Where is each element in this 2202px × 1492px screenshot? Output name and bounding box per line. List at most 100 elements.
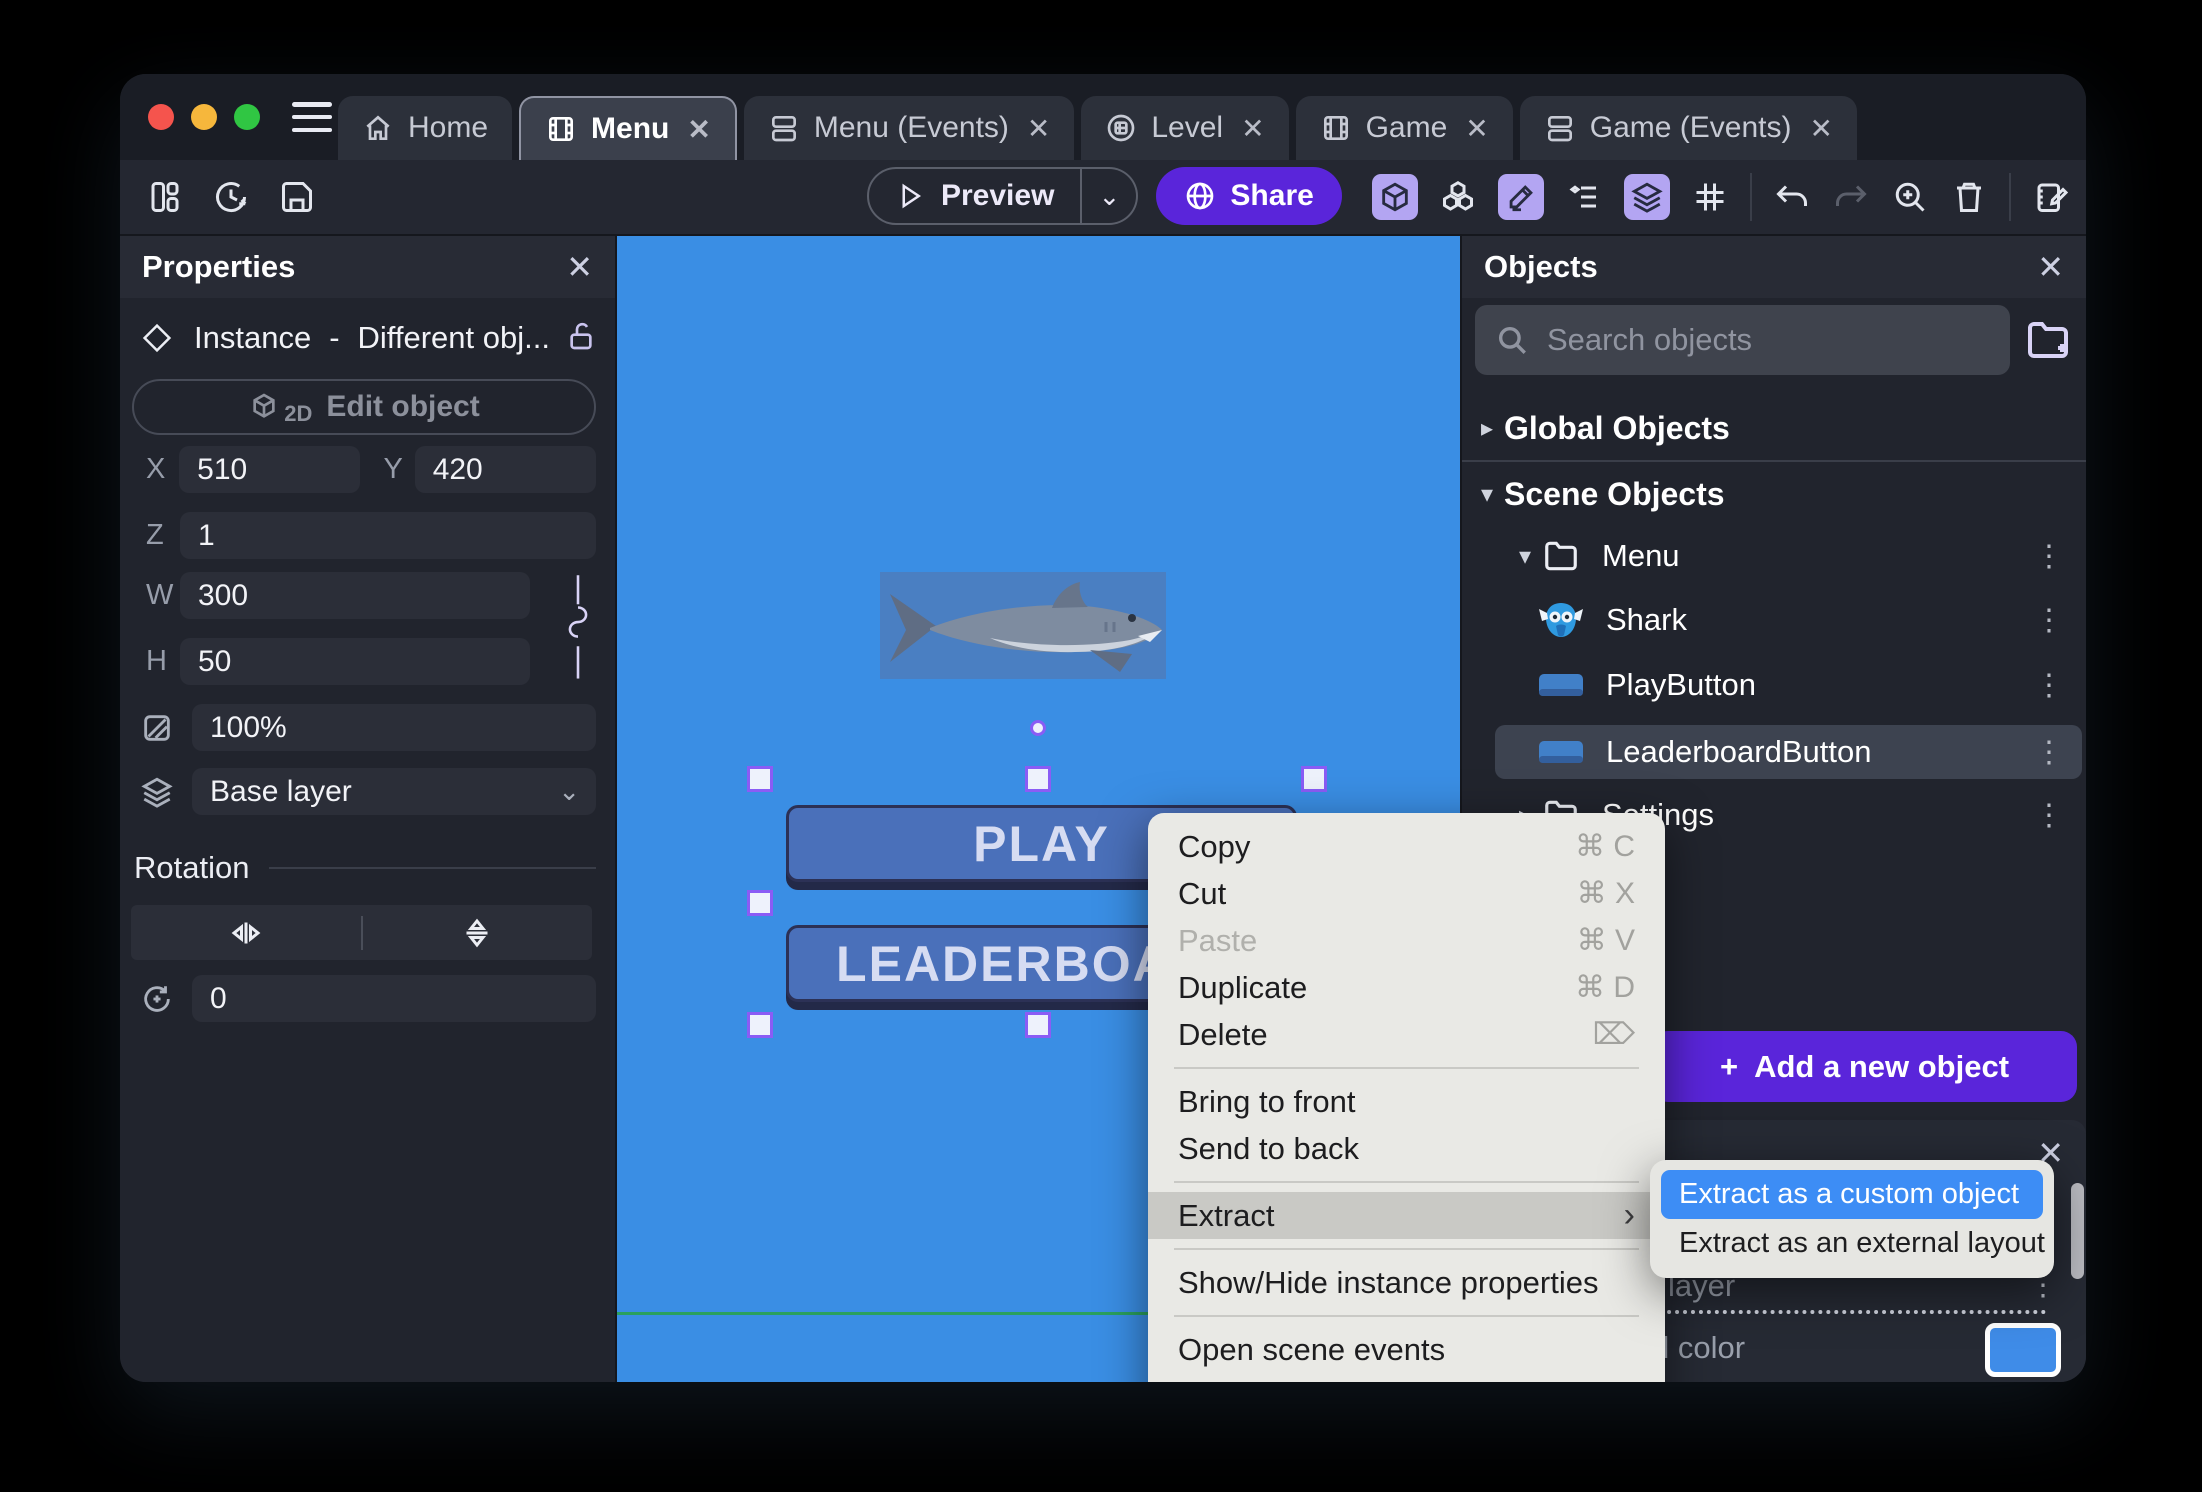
menu-item-copy[interactable]: Copy ⌘ C xyxy=(1148,823,1665,870)
scene-notes-icon[interactable] xyxy=(2032,178,2070,216)
z-row: Z 1 xyxy=(146,512,596,559)
flip-horizontal-button[interactable] xyxy=(131,915,361,951)
tab-menu-events[interactable]: Menu (Events) ✕ xyxy=(743,96,1075,160)
object-folder-menu[interactable]: ▾ Menu ⋮ xyxy=(1462,532,2086,580)
menu-divider xyxy=(1174,1248,1639,1250)
object-row-shark[interactable]: Shark ⋮ xyxy=(1462,596,2086,644)
selection-handle-bottom-left[interactable] xyxy=(747,1012,773,1038)
z-input[interactable]: 1 xyxy=(180,512,596,559)
y-label: Y xyxy=(383,453,403,485)
link-dimensions-toggle[interactable] xyxy=(558,572,598,685)
x-input[interactable]: 510 xyxy=(179,446,360,493)
menu-item-open-scene-properties[interactable]: Open scene properties xyxy=(1148,1373,1665,1383)
menu-item-send-to-back[interactable]: Send to back xyxy=(1148,1125,1665,1172)
rotation-input[interactable]: 0 xyxy=(192,975,596,1022)
menu-item-paste[interactable]: Paste ⌘ V xyxy=(1148,917,1665,964)
history-icon[interactable] xyxy=(212,178,250,216)
close-objects-icon[interactable]: ✕ xyxy=(2037,248,2064,286)
titlebar: Home Menu ✕ Menu (Events) ✕ Level ✕ Game… xyxy=(120,74,2086,160)
close-tab-icon[interactable]: ✕ xyxy=(1027,112,1050,145)
layers-panel-icon[interactable] xyxy=(1624,174,1670,220)
menu-item-duplicate[interactable]: Duplicate ⌘ D xyxy=(1148,964,1665,1011)
shark-sprite[interactable] xyxy=(880,572,1166,679)
global-objects-section[interactable]: ▸ Global Objects xyxy=(1462,404,2086,452)
row-menu-icon[interactable]: ⋮ xyxy=(2034,539,2064,574)
w-input[interactable]: 300 xyxy=(180,572,530,619)
preview-options-dropdown[interactable]: ⌄ xyxy=(1082,167,1139,225)
chevron-down-icon: ⌄ xyxy=(558,776,580,806)
main-menu-icon[interactable] xyxy=(292,102,332,132)
search-objects-input[interactable]: Search objects xyxy=(1475,305,2010,375)
redo-icon[interactable] xyxy=(1832,178,1870,216)
submenu-item-extract-custom-object[interactable]: Extract as a custom object xyxy=(1661,1170,2043,1219)
row-menu-icon[interactable]: ⋮ xyxy=(2034,603,2064,638)
objects-mode-icon[interactable] xyxy=(1372,174,1418,220)
rotation-title: Rotation xyxy=(134,850,250,885)
object-row-playbutton[interactable]: PlayButton ⋮ xyxy=(1462,661,2086,709)
rotation-handle[interactable] xyxy=(1030,720,1046,736)
selection-handle-top-left[interactable] xyxy=(747,766,773,792)
add-folder-icon[interactable] xyxy=(2024,316,2072,369)
add-new-object-button[interactable]: + Add a new object xyxy=(1652,1031,2077,1102)
events-icon xyxy=(1547,116,1572,142)
background-color-swatch[interactable] xyxy=(1985,1323,2061,1377)
selection-handle-mid-left[interactable] xyxy=(747,890,773,916)
add-object-label: Add a new object xyxy=(1754,1048,2010,1084)
y-input[interactable]: 420 xyxy=(414,446,597,493)
scene-objects-section[interactable]: ▾ Scene Objects xyxy=(1462,470,2086,518)
objects-title: Objects xyxy=(1484,249,1598,284)
opacity-input[interactable]: 100% xyxy=(192,704,596,751)
row-menu-icon[interactable]: ⋮ xyxy=(2034,735,2064,770)
scrollbar-thumb[interactable] xyxy=(2071,1183,2084,1279)
w-label: W xyxy=(146,579,174,611)
trash-icon[interactable] xyxy=(1950,178,1988,216)
grid-icon[interactable] xyxy=(1691,178,1729,216)
close-window-button[interactable] xyxy=(148,104,174,130)
selection-handle-top-center[interactable] xyxy=(1025,766,1051,792)
h-input[interactable]: 50 xyxy=(180,638,530,685)
maximize-window-button[interactable] xyxy=(234,104,260,130)
object-row-leaderboardbutton[interactable]: LeaderboardButton ⋮ xyxy=(1462,728,2086,776)
opacity-row: 100% xyxy=(140,704,596,751)
menu-item-show-hide-instance-properties[interactable]: Show/Hide instance properties xyxy=(1148,1259,1665,1306)
flip-vertical-button[interactable] xyxy=(363,915,593,951)
menu-item-open-scene-events[interactable]: Open scene events xyxy=(1148,1326,1665,1373)
row-menu-icon[interactable]: ⋮ xyxy=(2034,798,2064,833)
tab-game-events[interactable]: Game (Events) ✕ xyxy=(1519,96,1857,160)
close-properties-icon[interactable]: ✕ xyxy=(566,248,593,286)
panels-layout-icon[interactable] xyxy=(146,178,184,216)
preview-label: Preview xyxy=(941,179,1055,212)
extract-submenu: Extract as a custom object Extract as an… xyxy=(1650,1160,2054,1278)
tab-home[interactable]: Home xyxy=(338,96,513,160)
layer-select[interactable]: Base layer ⌄ xyxy=(192,768,596,815)
menu-divider xyxy=(1174,1067,1639,1069)
submenu-item-extract-external-layout[interactable]: Extract as an external layout xyxy=(1661,1219,2045,1268)
menu-item-extract[interactable]: Extract › xyxy=(1148,1192,1665,1239)
lock-open-icon[interactable] xyxy=(565,320,597,357)
objects-header: Objects ✕ xyxy=(1462,236,2086,298)
close-tab-icon[interactable]: ✕ xyxy=(1241,112,1264,145)
close-tab-icon[interactable]: ✕ xyxy=(1465,112,1488,145)
tab-menu[interactable]: Menu ✕ xyxy=(519,96,737,160)
tab-level[interactable]: Level ✕ xyxy=(1081,96,1289,160)
selection-handle-top-right[interactable] xyxy=(1301,766,1327,792)
minimize-window-button[interactable] xyxy=(191,104,217,130)
menu-item-bring-to-front[interactable]: Bring to front xyxy=(1148,1078,1665,1125)
edit-object-button[interactable]: 2D Edit object xyxy=(132,379,596,435)
close-tab-icon[interactable]: ✕ xyxy=(1809,112,1832,145)
zoom-icon[interactable] xyxy=(1891,178,1929,216)
menu-item-cut[interactable]: Cut ⌘ X xyxy=(1148,870,1665,917)
edit-mode-icon[interactable] xyxy=(1498,174,1544,220)
instance-properties-icon[interactable] xyxy=(1565,178,1603,216)
row-menu-icon[interactable]: ⋮ xyxy=(2034,668,2064,703)
share-button[interactable]: Share xyxy=(1156,167,1342,225)
selection-handle-bottom-center[interactable] xyxy=(1025,1012,1051,1038)
undo-icon[interactable] xyxy=(1773,178,1811,216)
object-groups-icon[interactable] xyxy=(1439,178,1477,216)
tab-game[interactable]: Game ✕ xyxy=(1295,96,1513,160)
preview-button[interactable]: Preview xyxy=(867,167,1083,225)
close-tab-icon[interactable]: ✕ xyxy=(687,113,710,146)
menu-item-delete[interactable]: Delete ⌦ xyxy=(1148,1011,1665,1058)
tab-label: Home xyxy=(408,111,489,144)
save-icon[interactable] xyxy=(278,178,316,216)
